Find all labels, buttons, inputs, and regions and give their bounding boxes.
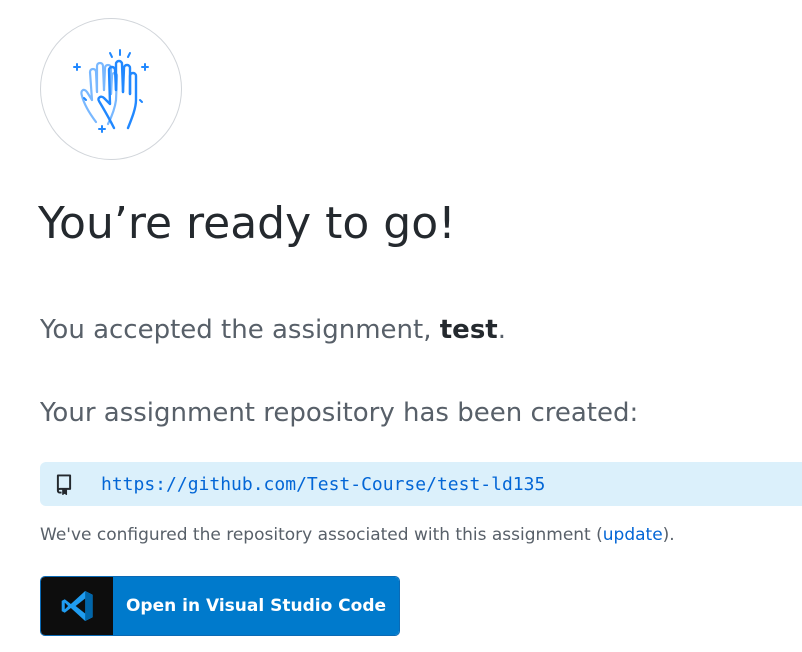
update-link[interactable]: update (603, 525, 663, 545)
configured-prefix: We've configured the repository associat… (40, 525, 603, 545)
vscode-logo-area (41, 577, 113, 635)
high-five-hands-icon (73, 49, 149, 133)
assignment-name: test (439, 315, 498, 345)
page-title: You’re ready to go! (38, 198, 456, 249)
vscode-label-area: Open in Visual Studio Code (113, 577, 399, 635)
open-in-vscode-label: Open in Visual Studio Code (125, 596, 387, 616)
open-in-vscode-button[interactable]: Open in Visual Studio Code (40, 576, 400, 636)
assignment-accepted-text: You accepted the assignment, test. (40, 312, 506, 348)
configured-note: We've configured the repository associat… (40, 522, 675, 548)
accepted-prefix: You accepted the assignment, (40, 315, 440, 345)
repo-url-link[interactable]: https://github.com/Test-Course/test-ld13… (101, 474, 545, 495)
accepted-suffix: . (497, 315, 506, 345)
repo-url-box: https://github.com/Test-Course/test-ld13… (40, 462, 802, 506)
hero-illustration (40, 18, 182, 160)
repo-created-text: Your assignment repository has been crea… (40, 398, 639, 428)
repo-icon (56, 474, 72, 495)
configured-suffix: ). (662, 525, 675, 545)
vscode-logo-icon (61, 591, 93, 621)
